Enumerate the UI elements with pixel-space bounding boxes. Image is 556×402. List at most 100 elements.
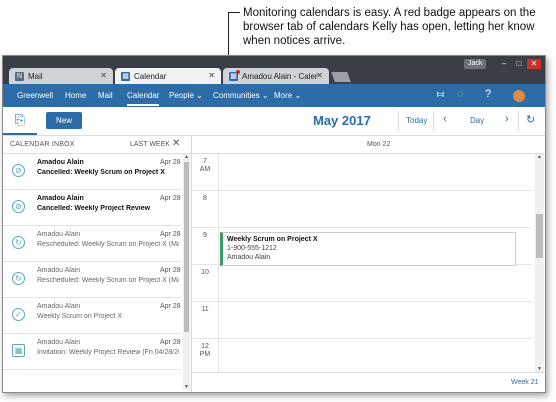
event-organizer: Amadou Alain bbox=[227, 254, 271, 261]
calendar-toolbar: ⎘ New May 2017 Today ‹ Day › ↻ bbox=[3, 107, 545, 136]
item-from: Amadou Alain bbox=[37, 231, 81, 238]
hour-row[interactable]: 12 PM bbox=[192, 339, 532, 372]
item-subject: Weekly Scrum on Project X bbox=[37, 313, 123, 320]
person-toggle-icon[interactable]: ⧦ bbox=[437, 88, 444, 101]
hour-label: 9 bbox=[203, 232, 207, 239]
nav-label: More bbox=[274, 91, 293, 100]
nav-more[interactable]: More ⌄ bbox=[274, 91, 301, 100]
reschedule-icon: ↻ bbox=[12, 236, 25, 249]
top-navbar: Greenwell Home Mail Calendar People ⌄ Co… bbox=[3, 84, 545, 107]
brand-link[interactable]: Greenwell bbox=[17, 91, 53, 100]
nav-communities[interactable]: Communities ⌄ bbox=[213, 91, 269, 100]
hour-row[interactable]: 7 AM bbox=[192, 154, 532, 191]
next-arrow-icon[interactable]: › bbox=[505, 113, 509, 125]
hour-divider bbox=[218, 191, 219, 227]
avatar[interactable] bbox=[513, 90, 525, 102]
callout-leader-tick bbox=[228, 12, 240, 13]
day-label: Mon 22 bbox=[367, 141, 391, 148]
hour-divider bbox=[218, 228, 219, 264]
scroll-up-icon[interactable]: ▲ bbox=[183, 154, 190, 160]
list-item[interactable]: ▦ Amadou Alain Apr 28 Invitation: Weekly… bbox=[3, 334, 181, 370]
prev-arrow-icon[interactable]: ‹ bbox=[443, 113, 447, 125]
list-item[interactable]: ✓ Amadou Alain Apr 28 Weekly Scrum on Pr… bbox=[3, 298, 181, 334]
item-subject: Cancelled: Weekly Project Review bbox=[37, 205, 151, 212]
event-phone: 1-900-555-1212 bbox=[227, 245, 277, 252]
nav-mail[interactable]: Mail bbox=[98, 91, 113, 100]
item-subject: Invitation: Weekly Project Review (Fri 0… bbox=[37, 349, 179, 356]
item-from: Amadou Alain bbox=[37, 267, 81, 274]
hour-label: 12 PM bbox=[199, 343, 211, 358]
hour-label: 11 bbox=[201, 306, 209, 313]
item-from: Amadou Alain bbox=[37, 339, 81, 346]
help-icon[interactable]: ? bbox=[485, 88, 491, 100]
tab-amadou-calendar[interactable]: ▦ Amadou Alain - Calendar ✕ bbox=[223, 68, 329, 84]
scroll-down-icon[interactable]: ▼ bbox=[183, 384, 190, 390]
scrollbar-thumb[interactable] bbox=[536, 214, 543, 258]
chevron-down-icon: ⌄ bbox=[261, 91, 269, 100]
inbox-scrollbar[interactable]: ▲ ▼ bbox=[183, 154, 190, 390]
item-date: Apr 28 bbox=[160, 339, 181, 346]
list-item[interactable]: ⊘ Amadou Alain Apr 28 Cancelled: Weekly … bbox=[3, 190, 181, 226]
tab-strip: N Mail ✕ ▦ Calendar ✕ ▦ Amadou Alain - C… bbox=[3, 56, 545, 84]
status-icon[interactable]: ◌ bbox=[457, 88, 464, 100]
list-item[interactable]: ⊘ Amadou Alain Apr 28 Cancelled: Weekly … bbox=[3, 154, 181, 190]
red-badge-icon bbox=[236, 69, 240, 74]
inbox-tray-icon[interactable]: ⎘ bbox=[3, 107, 37, 135]
item-subject: Rescheduled: Weekly Scrum on Project X (… bbox=[37, 277, 179, 284]
day-scrollbar[interactable]: ▲ ▼ bbox=[535, 154, 544, 372]
item-from: Amadou Alain bbox=[37, 195, 84, 202]
new-event-button[interactable]: New bbox=[46, 112, 82, 129]
hour-label: 7 AM bbox=[199, 158, 211, 173]
inbox-header: CALENDAR INBOX LAST WEEK ✕ bbox=[3, 136, 191, 154]
hour-row[interactable]: 11 bbox=[192, 302, 532, 339]
item-subject: Cancelled: Weekly Scrum on Project X bbox=[37, 169, 165, 176]
hour-divider bbox=[218, 154, 219, 190]
close-icon[interactable]: ✕ bbox=[172, 138, 180, 149]
nav-home[interactable]: Home bbox=[65, 91, 86, 100]
scroll-up-icon[interactable]: ▲ bbox=[535, 154, 544, 160]
callout-text: Monitoring calendars is easy. A red badg… bbox=[243, 7, 536, 47]
calendar-event[interactable]: Weekly Scrum on Project X 1-900-555-1212… bbox=[220, 232, 516, 266]
hour-label: 10 bbox=[201, 269, 209, 276]
day-view-pane: Mon 22 7 AM 8 9 10 11 12 PM Weekly Scrum… bbox=[192, 136, 545, 392]
inbox-list: ⊘ Amadou Alain Apr 28 Cancelled: Weekly … bbox=[3, 154, 181, 390]
tab-mail[interactable]: N Mail ✕ bbox=[9, 68, 113, 84]
hour-divider bbox=[218, 302, 219, 338]
divider bbox=[518, 111, 519, 131]
item-date: Apr 28 bbox=[160, 195, 181, 202]
hour-label: 8 bbox=[203, 195, 207, 202]
hour-divider bbox=[218, 265, 219, 301]
new-tab-button[interactable] bbox=[331, 72, 351, 82]
tab-calendar[interactable]: ▦ Calendar ✕ bbox=[115, 68, 221, 84]
browser-window: N Mail ✕ ▦ Calendar ✕ ▦ Amadou Alain - C… bbox=[2, 55, 546, 393]
today-button[interactable]: Today bbox=[406, 116, 427, 125]
month-title[interactable]: May 2017 bbox=[313, 113, 371, 128]
week-number: Week 21 bbox=[511, 379, 539, 386]
close-icon[interactable]: ✕ bbox=[208, 71, 215, 80]
refresh-icon[interactable]: ↻ bbox=[526, 113, 535, 126]
divider bbox=[398, 111, 399, 131]
divider bbox=[433, 111, 434, 131]
scrollbar-thumb[interactable] bbox=[184, 162, 189, 332]
calendar-inbox-pane: CALENDAR INBOX LAST WEEK ✕ ⊘ Amadou Alai… bbox=[3, 136, 192, 392]
tab-label: Mail bbox=[28, 71, 43, 81]
hour-row[interactable]: 10 bbox=[192, 265, 532, 302]
day-grid: 7 AM 8 9 10 11 12 PM Weekly Scrum on Pro… bbox=[192, 154, 545, 372]
view-day-button[interactable]: Day bbox=[470, 116, 484, 125]
tab-label: Calendar bbox=[134, 71, 167, 81]
minimize-icon[interactable]: – bbox=[497, 59, 511, 69]
nav-people[interactable]: People ⌄ bbox=[169, 91, 203, 100]
close-icon[interactable]: ✕ bbox=[100, 71, 107, 80]
browser-user-badge[interactable]: Jack bbox=[464, 59, 487, 69]
window-close-icon[interactable]: ✕ bbox=[527, 59, 541, 69]
list-item[interactable]: ↻ Amadou Alain Apr 28 Rescheduled: Weekl… bbox=[3, 262, 181, 298]
nav-calendar[interactable]: Calendar bbox=[127, 91, 160, 106]
inbox-range[interactable]: LAST WEEK bbox=[130, 141, 170, 148]
maximize-icon[interactable]: □ bbox=[512, 59, 526, 69]
hour-row[interactable]: 8 bbox=[192, 191, 532, 228]
list-item[interactable]: ↻ Amadou Alain Apr 28 Rescheduled: Weekl… bbox=[3, 226, 181, 262]
close-icon[interactable]: ✕ bbox=[316, 71, 323, 80]
accepted-icon: ✓ bbox=[12, 308, 25, 321]
event-title: Weekly Scrum on Project X bbox=[227, 236, 318, 243]
calendar-icon: ▦ bbox=[121, 71, 130, 81]
